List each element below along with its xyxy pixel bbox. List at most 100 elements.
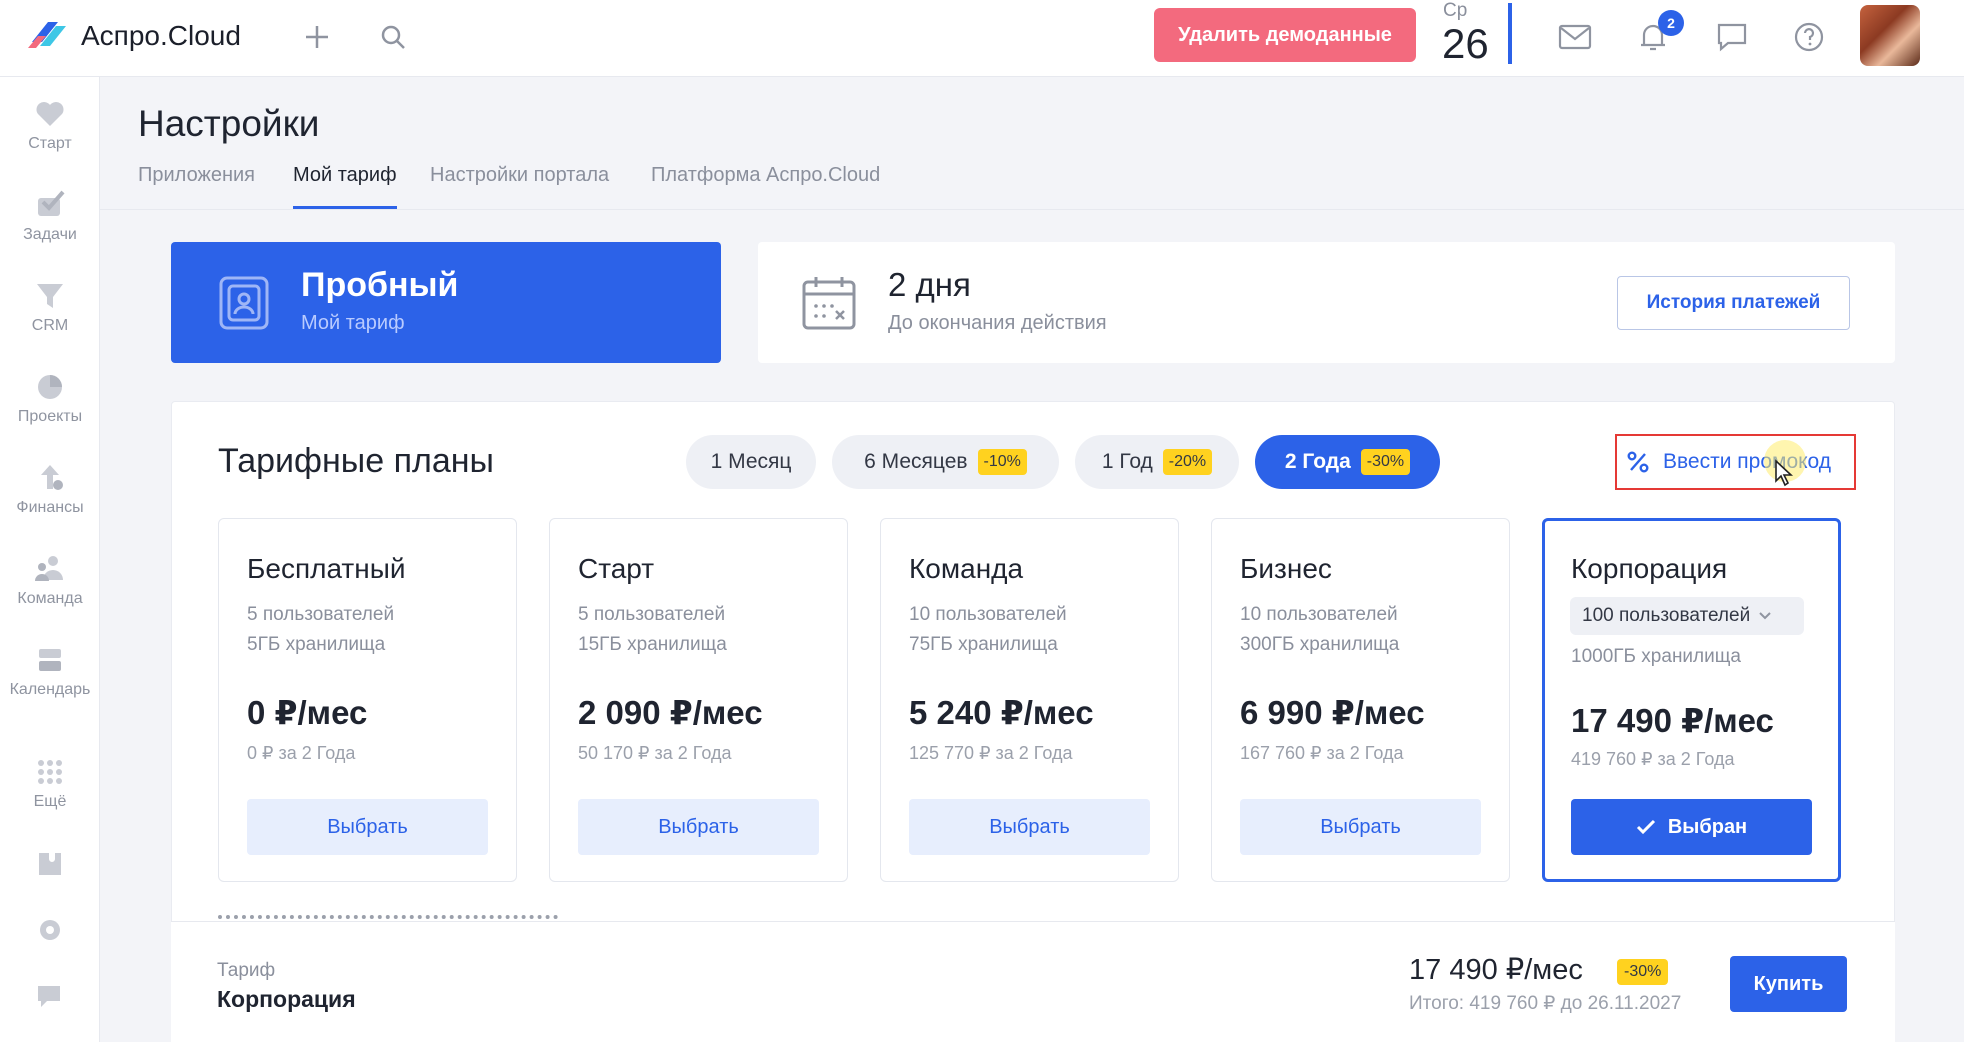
period-1-month[interactable]: 1 Месяц [686, 435, 816, 489]
search-icon[interactable] [373, 17, 413, 57]
sidebar-item-label: Проекты [17, 408, 83, 425]
purchase-footer: Тариф Корпорация 17 490 ₽/мес -30% Итого… [171, 921, 1895, 1042]
tier-storage: 1000ГБ хранилища [1571, 646, 1741, 667]
percent-icon [1627, 451, 1649, 473]
tab-my-plan[interactable]: Мой тариф [293, 164, 397, 187]
mouse-pointer-icon [1775, 459, 1794, 487]
chat-icon[interactable] [1712, 17, 1752, 57]
top-bar: Аспро.Cloud Удалить демоданные Ср 26 2 [0, 0, 1964, 77]
tier-total: 167 760 ₽ за 2 Года [1240, 743, 1404, 763]
sidebar-item-label: Финансы [16, 499, 84, 516]
select-tier-button[interactable]: Выбрать [1240, 799, 1481, 855]
select-tier-button[interactable]: Выбрать [909, 799, 1150, 855]
period-1-year[interactable]: 1 Год -20% [1075, 435, 1239, 489]
buy-button[interactable]: Купить [1730, 956, 1847, 1012]
user-avatar[interactable] [1860, 5, 1920, 66]
current-plan-subtitle: Мой тариф [301, 312, 405, 334]
chevron-down-icon [1759, 612, 1771, 620]
tier-card-corporation[interactable]: Корпорация 100 пользователей 1000ГБ хран… [1542, 518, 1841, 882]
footer-plan-label: Тариф [217, 960, 276, 981]
sidebar-item-calendar[interactable]: Календарь [0, 643, 100, 723]
tier-storage: 15ГБ хранилища [578, 634, 727, 655]
sidebar-item-tasks[interactable]: Задачи [0, 188, 100, 268]
discount-badge: -30% [1360, 449, 1411, 475]
select-tier-button[interactable]: Выбрать [247, 799, 488, 855]
sidebar-item-crm[interactable]: CRM [0, 279, 100, 359]
tier-card-free[interactable]: Бесплатный 5 пользователей 5ГБ хранилища… [218, 518, 517, 882]
tier-name: Команда [909, 553, 1024, 584]
delete-demo-data-button[interactable]: Удалить демоданные [1154, 8, 1416, 62]
sidebar-item-projects[interactable]: Проекты [0, 370, 100, 450]
sidebar-item-label: Ещё [33, 793, 67, 810]
tier-total: 125 770 ₽ за 2 Года [909, 743, 1073, 763]
enter-promo-code-button[interactable]: Ввести промокод [1615, 434, 1856, 490]
payment-history-button[interactable]: История платежей [1617, 276, 1850, 330]
tier-name: Старт [578, 553, 655, 584]
current-plan-card: Пробный Мой тариф [171, 242, 721, 363]
tab-apps[interactable]: Приложения [138, 164, 255, 187]
tab-portal-settings[interactable]: Настройки портала [430, 164, 609, 187]
selected-tier-button[interactable]: Выбран [1571, 799, 1812, 855]
period-6-months[interactable]: 6 Месяцев -10% [832, 435, 1059, 489]
tier-card-business[interactable]: Бизнес 10 пользователей 300ГБ хранилища … [1211, 518, 1510, 882]
sidebar-item-apps[interactable] [0, 847, 100, 897]
sidebar-item-more[interactable]: Ещё [0, 755, 100, 835]
gear-icon [40, 920, 60, 940]
tier-total: 0 ₽ за 2 Года [247, 743, 356, 763]
sidebar-item-label: Календарь [9, 681, 91, 698]
tier-users: 5 пользователей [247, 604, 395, 625]
tier-storage: 75ГБ хранилища [909, 634, 1058, 655]
date-number: 26 [1442, 20, 1489, 67]
calendar-icon [802, 277, 856, 330]
checkmark-icon [1636, 819, 1655, 835]
discount-badge: -10% [977, 449, 1027, 475]
pie-icon [38, 375, 62, 399]
selected-label: Выбран [1667, 815, 1748, 838]
sidebar-item-label: CRM [31, 317, 69, 334]
calendar-icon [39, 649, 61, 671]
tier-price: 6 990 ₽/мес [1240, 694, 1425, 731]
notification-badge: 2 [1658, 10, 1684, 36]
period-label: 6 Месяцев [864, 450, 968, 473]
footer-price: 17 490 ₽/мес [1409, 954, 1583, 986]
sidebar-item-start[interactable]: Старт [0, 97, 100, 177]
select-tier-button[interactable]: Выбрать [578, 799, 819, 855]
users-select-value: 100 пользователей [1582, 605, 1751, 626]
users-count-select[interactable]: 100 пользователей [1570, 597, 1804, 635]
add-icon[interactable] [297, 17, 337, 57]
sidebar-item-support[interactable] [0, 979, 100, 1029]
tier-price: 2 090 ₽/мес [578, 694, 763, 731]
tier-total: 419 760 ₽ за 2 Года [1571, 749, 1735, 769]
tier-total: 50 170 ₽ за 2 Года [578, 743, 732, 763]
tier-card-team[interactable]: Команда 10 пользователей 75ГБ хранилища … [880, 518, 1179, 882]
tier-name: Корпорация [1571, 553, 1728, 584]
period-label: 1 Год [1101, 450, 1153, 473]
tier-price: 17 490 ₽/мес [1571, 702, 1774, 739]
brand-name: Аспро.Cloud [81, 20, 241, 51]
tier-storage: 300ГБ хранилища [1240, 634, 1400, 655]
help-icon[interactable] [1789, 17, 1829, 57]
sidebar-item-team[interactable]: Команда [0, 552, 100, 632]
divider [100, 209, 1964, 210]
tier-users: 10 пользователей [909, 604, 1067, 625]
sidebar-item-finance[interactable]: Финансы [0, 461, 100, 541]
mail-icon[interactable] [1555, 17, 1595, 57]
team-icon [35, 556, 63, 581]
tab-platform[interactable]: Платформа Аспро.Cloud [651, 164, 880, 187]
tier-name: Бесплатный [247, 553, 406, 584]
sidebar-item-settings[interactable] [0, 913, 100, 963]
days-remaining-label: До окончания действия [888, 312, 1107, 334]
tier-price: 5 240 ₽/мес [909, 694, 1094, 731]
check-icon [38, 190, 65, 216]
footer-plan-name: Корпорация [217, 986, 356, 1012]
grid-icon [38, 760, 62, 784]
sidebar-item-label: Команда [17, 590, 83, 607]
date-divider [1508, 3, 1512, 64]
plans-title: Тарифные планы [218, 442, 494, 480]
tier-card-start[interactable]: Старт 5 пользователей 15ГБ хранилища 2 0… [549, 518, 848, 882]
period-2-years[interactable]: 2 Года -30% [1255, 435, 1440, 489]
sidebar-item-label: Старт [28, 135, 72, 152]
coins-icon [41, 465, 63, 490]
tier-users: 10 пользователей [1240, 604, 1398, 625]
period-label: 1 Месяц [710, 450, 792, 473]
